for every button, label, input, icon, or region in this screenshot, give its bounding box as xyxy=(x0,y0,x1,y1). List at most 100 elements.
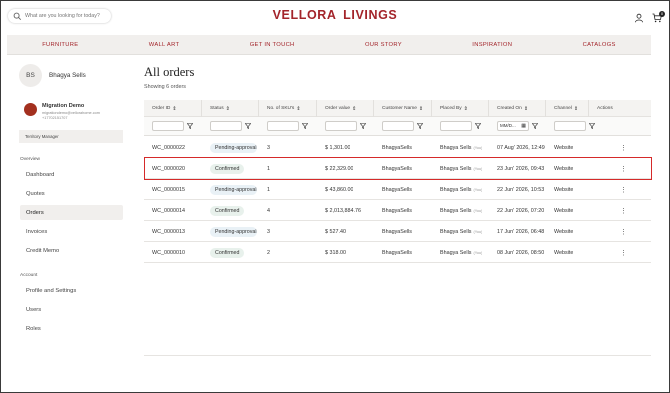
filter-icon[interactable] xyxy=(245,123,251,129)
sidebar-item-roles[interactable]: Roles xyxy=(20,321,123,336)
status-cell: Confirmed xyxy=(210,158,245,179)
sort-icon[interactable]: ⇕ xyxy=(226,106,230,112)
nav-catalogs[interactable]: CATALOGS xyxy=(583,42,616,48)
sidebar-item-orders[interactable]: Orders xyxy=(20,205,123,220)
more-vertical-icon[interactable]: ⋮ xyxy=(620,228,627,236)
sidebar-item-quotes[interactable]: Quotes xyxy=(20,186,123,201)
placed-by-name: Bhagya Sells xyxy=(440,228,472,235)
order-id-cell[interactable]: WC_0000020 xyxy=(152,158,185,179)
skus-cell: 3 xyxy=(267,228,270,235)
header: VELLORA LIVINGS 0 xyxy=(1,1,669,34)
placed-by-filter-input[interactable] xyxy=(440,121,472,131)
order-value-filter-input[interactable] xyxy=(325,121,357,131)
column-label: Status xyxy=(210,106,224,111)
order-value-cell: $ 527.40 xyxy=(325,228,346,235)
order-id-cell[interactable]: WC_0000022 xyxy=(152,137,185,158)
column-label: No. of SKU's xyxy=(267,106,295,111)
order-id-cell[interactable]: WC_0000014 xyxy=(152,200,185,221)
organization-card[interactable]: Migration Demo migrationdemo@vellorahome… xyxy=(19,98,123,146)
status-filter-input[interactable] xyxy=(210,121,242,131)
organization-phone: +17702151707 xyxy=(42,116,68,120)
sidebar-item-dashboard[interactable]: Dashboard xyxy=(20,167,123,182)
sort-icon[interactable]: ⇕ xyxy=(419,106,423,112)
created-on-date-input[interactable]: MM/D... ▦ xyxy=(497,121,529,131)
nav-furniture[interactable]: FURNITURE xyxy=(42,42,78,48)
table-row[interactable]: WC_0000020 Confirmed 1 $ 22,329.00 Bhagy… xyxy=(144,158,651,179)
row-actions-menu[interactable]: ⋮ xyxy=(620,158,627,179)
filter-icon[interactable] xyxy=(360,123,366,129)
table-row[interactable]: WC_0000015 Pending-approval 1 $ 43,860.0… xyxy=(144,179,651,200)
more-vertical-icon[interactable]: ⋮ xyxy=(620,207,627,215)
customer-name-filter-input[interactable] xyxy=(382,121,414,131)
order-id-cell[interactable]: WC_0000010 xyxy=(152,242,185,263)
column-header-order-value[interactable]: Order value ⇕ xyxy=(325,100,356,117)
order-id-cell[interactable]: WC_0000015 xyxy=(152,179,185,200)
cart-badge: 0 xyxy=(659,11,665,17)
sidebar-item-invoices[interactable]: Invoices xyxy=(20,224,123,239)
sort-icon[interactable]: ⇕ xyxy=(352,106,356,112)
placed-by-cell: Bhagya Sells (You) xyxy=(440,221,482,242)
filter-icon[interactable] xyxy=(417,123,423,129)
calendar-icon[interactable]: ▦ xyxy=(521,122,526,130)
more-vertical-icon[interactable]: ⋮ xyxy=(620,249,627,257)
channel-cell: Website xyxy=(554,144,574,151)
app-window: VELLORA LIVINGS 0 FURNITURE WALL ART GET… xyxy=(1,1,669,392)
nav-our-story[interactable]: OUR STORY xyxy=(365,42,402,48)
status-badge: Pending-approval xyxy=(210,142,257,153)
order-value-cell: $ 1,301.00 xyxy=(325,144,351,151)
order-id-filter-input[interactable] xyxy=(152,121,184,131)
nav-get-in-touch[interactable]: GET IN TOUCH xyxy=(250,42,295,48)
channel-filter-input[interactable] xyxy=(554,121,586,131)
skus-filter-input[interactable] xyxy=(267,121,299,131)
nav-wall-art[interactable]: WALL ART xyxy=(149,42,180,48)
column-header-order-id[interactable]: Order ID ⇕ xyxy=(152,100,177,117)
column-label: Created On xyxy=(497,106,522,111)
column-header-customer-name[interactable]: Customer Name ⇕ xyxy=(382,100,423,117)
column-header-channel[interactable]: Channel ⇕ xyxy=(554,100,578,117)
filter-icon[interactable] xyxy=(302,123,308,129)
column-header-status[interactable]: Status ⇕ xyxy=(210,100,230,117)
filter-icon[interactable] xyxy=(187,123,193,129)
row-actions-menu[interactable]: ⋮ xyxy=(620,137,627,158)
column-label: Channel xyxy=(554,106,572,111)
filter-icon[interactable] xyxy=(532,123,538,129)
row-actions-menu[interactable]: ⋮ xyxy=(620,179,627,200)
filter-icon[interactable] xyxy=(475,123,481,129)
sort-icon[interactable]: ⇕ xyxy=(524,106,528,112)
column-header-skus[interactable]: No. of SKU's ⇕ xyxy=(267,100,301,117)
date-placeholder: MM/D... xyxy=(500,123,516,128)
organization-info: Migration Demo migrationdemo@vellorahome… xyxy=(19,98,123,130)
table-row[interactable]: WC_0000010 Confirmed 2 $ 318.00 BhagyaSe… xyxy=(144,242,651,263)
row-actions-menu[interactable]: ⋮ xyxy=(620,200,627,221)
skus-cell: 2 xyxy=(267,249,270,256)
row-actions-menu[interactable]: ⋮ xyxy=(620,221,627,242)
brand-logo[interactable]: VELLORA LIVINGS xyxy=(1,8,669,22)
user-icon[interactable] xyxy=(634,13,644,23)
user-profile: BS Bhagya Sells xyxy=(19,64,86,87)
sort-icon[interactable]: ⇕ xyxy=(464,106,468,112)
sort-icon[interactable]: ⇕ xyxy=(574,106,578,112)
status-cell: Confirmed xyxy=(210,242,245,263)
column-header-placed-by[interactable]: Placed By ⇕ xyxy=(440,100,468,117)
table-row[interactable]: WC_0000014 Confirmed 4 $ 2,013,884.76 Bh… xyxy=(144,200,651,221)
more-vertical-icon[interactable]: ⋮ xyxy=(620,144,627,152)
filter-icon[interactable] xyxy=(589,123,595,129)
status-badge: Pending-approval xyxy=(210,226,257,237)
row-actions-menu[interactable]: ⋮ xyxy=(620,242,627,263)
column-header-created-on[interactable]: Created On ⇕ xyxy=(497,100,528,117)
channel-cell: Website xyxy=(554,207,574,214)
sidebar-item-profile-settings[interactable]: Profile and Settings xyxy=(20,283,123,298)
sort-icon[interactable]: ⇕ xyxy=(172,106,176,112)
sidebar-item-credit-memo[interactable]: Credit Memo xyxy=(20,243,123,258)
table-row[interactable]: WC_0000013 Pending-approval 3 $ 527.40 B… xyxy=(144,221,651,242)
customer-name-cell: BhagyaSells xyxy=(382,186,412,193)
table-row[interactable]: WC_0000022 Pending-approval 3 $ 1,301.00… xyxy=(144,137,651,158)
sidebar-item-users[interactable]: Users xyxy=(20,302,123,317)
more-vertical-icon[interactable]: ⋮ xyxy=(620,186,627,194)
nav-inspiration[interactable]: INSPIRATION xyxy=(472,42,512,48)
more-vertical-icon[interactable]: ⋮ xyxy=(620,165,627,173)
sort-icon[interactable]: ⇕ xyxy=(296,106,300,112)
status-cell: Pending-approval xyxy=(210,221,257,242)
created-on-cell: 08 Jun' 2026, 08:50 xyxy=(497,249,545,256)
order-id-cell[interactable]: WC_0000013 xyxy=(152,221,185,242)
